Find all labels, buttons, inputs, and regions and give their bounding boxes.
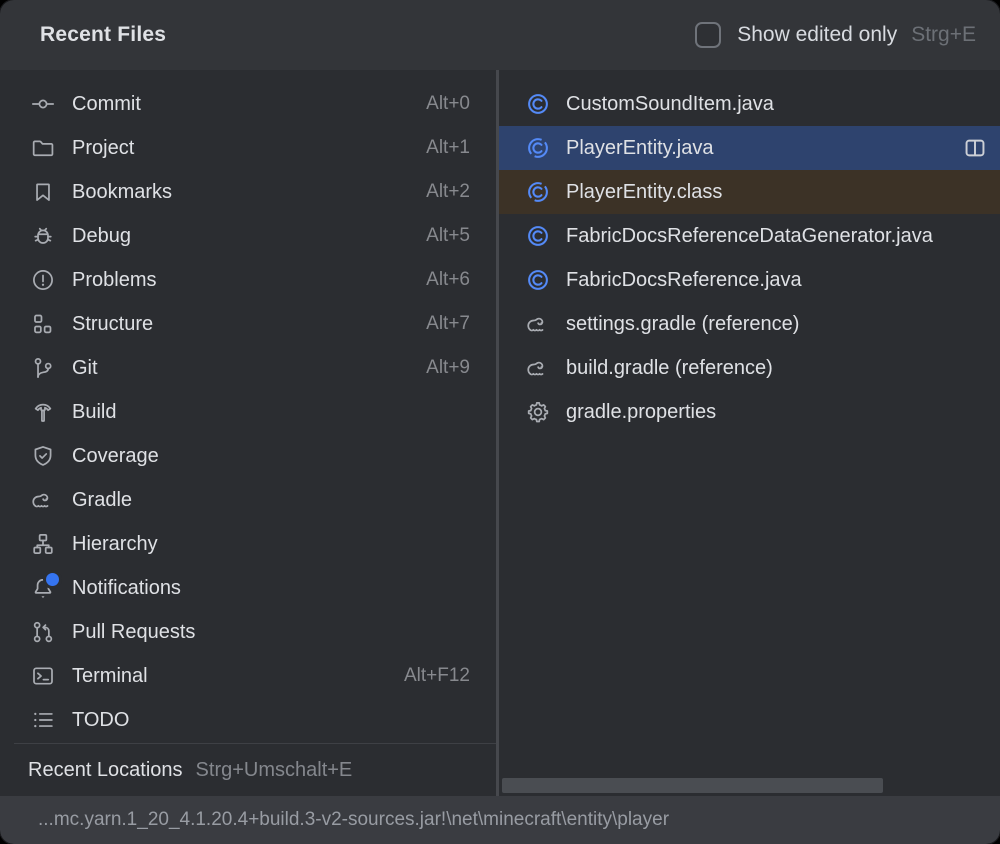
hammer-icon	[30, 399, 56, 425]
file-name: settings.gradle (reference)	[566, 313, 990, 336]
recent-locations-row[interactable]: Recent Locations Strg+Umschalt+E	[0, 744, 496, 796]
tool-window-item-git[interactable]: Git Alt+9	[0, 346, 496, 390]
file-item-playerentity-java[interactable]: PlayerEntity.java	[499, 126, 1000, 170]
show-edited-only-label[interactable]: Show edited only	[737, 23, 897, 47]
pull-request-icon	[30, 619, 56, 645]
git-branch-icon	[30, 355, 56, 381]
bug-icon	[30, 223, 56, 249]
todo-list-icon	[30, 707, 56, 733]
tool-window-item-coverage[interactable]: Coverage	[0, 434, 496, 478]
file-item-settings-gradle-reference-[interactable]: settings.gradle (reference)	[499, 302, 1000, 346]
show-edited-only-checkbox[interactable]	[695, 22, 721, 48]
file-name: PlayerEntity.class	[566, 181, 990, 204]
popup-header: Recent Files Show edited only Strg+E	[0, 0, 1000, 70]
tool-window-label: Git	[72, 357, 410, 380]
terminal-icon	[30, 663, 56, 689]
file-item-build-gradle-reference-[interactable]: build.gradle (reference)	[499, 346, 1000, 390]
tool-window-label: Structure	[72, 313, 410, 336]
java-class-icon	[525, 91, 551, 117]
tool-window-shortcut: Alt+0	[426, 93, 470, 115]
file-item-playerentity-class[interactable]: PlayerEntity.class	[499, 170, 1000, 214]
tool-window-label: Project	[72, 137, 410, 160]
popup-body: Commit Alt+0 Project Alt+1 Bookmarks Alt…	[0, 70, 1000, 796]
tool-window-item-hierarchy[interactable]: Hierarchy	[0, 522, 496, 566]
tool-window-label: Pull Requests	[72, 621, 454, 644]
problems-icon	[30, 267, 56, 293]
tool-window-label: Gradle	[72, 489, 454, 512]
tool-windows-panel: Commit Alt+0 Project Alt+1 Bookmarks Alt…	[0, 70, 496, 796]
tool-window-item-todo[interactable]: TODO	[0, 698, 496, 742]
file-name: gradle.properties	[566, 401, 990, 424]
recent-files-popup: Recent Files Show edited only Strg+E Com…	[0, 0, 1000, 844]
show-edited-only-shortcut: Strg+E	[911, 23, 976, 47]
shield-check-icon	[30, 443, 56, 469]
tool-window-label: Problems	[72, 269, 410, 292]
split-editor-icon[interactable]	[962, 135, 988, 161]
tool-window-item-problems[interactable]: Problems Alt+6	[0, 258, 496, 302]
tool-window-item-bookmarks[interactable]: Bookmarks Alt+2	[0, 170, 496, 214]
file-item-fabricdocsreference-java[interactable]: FabricDocsReference.java	[499, 258, 1000, 302]
tool-window-label: Bookmarks	[72, 181, 410, 204]
tool-window-label: Terminal	[72, 665, 388, 688]
tool-window-item-notifications[interactable]: Notifications	[0, 566, 496, 610]
file-name: FabricDocsReference.java	[566, 269, 990, 292]
tool-window-list: Commit Alt+0 Project Alt+1 Bookmarks Alt…	[0, 70, 496, 743]
tool-window-label: Notifications	[72, 577, 454, 600]
tool-window-label: Coverage	[72, 445, 454, 468]
gradle-elephant-icon	[525, 311, 551, 337]
tool-window-item-commit[interactable]: Commit Alt+0	[0, 82, 496, 126]
file-item-customsounditem-java[interactable]: CustomSoundItem.java	[499, 82, 1000, 126]
tool-window-item-debug[interactable]: Debug Alt+5	[0, 214, 496, 258]
tool-window-shortcut: Alt+9	[426, 357, 470, 379]
hierarchy-icon	[30, 531, 56, 557]
file-name: CustomSoundItem.java	[566, 93, 990, 116]
java-class-icon	[525, 267, 551, 293]
tool-window-item-build[interactable]: Build	[0, 390, 496, 434]
notification-badge	[46, 573, 59, 586]
horizontal-scrollbar-thumb[interactable]	[502, 778, 883, 793]
gear-icon	[525, 399, 551, 425]
tool-window-label: Debug	[72, 225, 410, 248]
java-class-icon	[525, 223, 551, 249]
recent-locations-label: Recent Locations	[28, 759, 183, 782]
tool-window-label: TODO	[72, 709, 454, 732]
bell-icon	[30, 575, 56, 601]
tool-window-shortcut: Alt+6	[426, 269, 470, 291]
tool-window-shortcut: Alt+7	[426, 313, 470, 335]
tool-window-shortcut: Alt+2	[426, 181, 470, 203]
status-bar: ...mc.yarn.1_20_4.1.20.4+build.3-v2-sour…	[0, 796, 1000, 844]
recent-locations-shortcut: Strg+Umschalt+E	[196, 759, 353, 782]
tool-window-label: Hierarchy	[72, 533, 454, 556]
java-class-icon	[525, 135, 551, 161]
tool-window-label: Build	[72, 401, 454, 424]
popup-title: Recent Files	[40, 23, 166, 47]
tool-window-item-project[interactable]: Project Alt+1	[0, 126, 496, 170]
structure-icon	[30, 311, 56, 337]
tool-window-shortcut: Alt+F12	[404, 665, 470, 687]
tool-window-label: Commit	[72, 93, 410, 116]
tool-window-item-pull-requests[interactable]: Pull Requests	[0, 610, 496, 654]
file-path-text: ...mc.yarn.1_20_4.1.20.4+build.3-v2-sour…	[38, 809, 669, 831]
bookmark-icon	[30, 179, 56, 205]
tool-window-shortcut: Alt+1	[426, 137, 470, 159]
file-list: CustomSoundItem.java PlayerEntity.java P…	[499, 82, 1000, 434]
commit-icon	[30, 91, 56, 117]
file-name: FabricDocsReferenceDataGenerator.java	[566, 225, 990, 248]
tool-window-item-gradle[interactable]: Gradle	[0, 478, 496, 522]
tool-window-shortcut: Alt+5	[426, 225, 470, 247]
folder-icon	[30, 135, 56, 161]
tool-window-item-structure[interactable]: Structure Alt+7	[0, 302, 496, 346]
file-item-fabricdocsreferencedatagenerator-java[interactable]: FabricDocsReferenceDataGenerator.java	[499, 214, 1000, 258]
recent-files-panel: CustomSoundItem.java PlayerEntity.java P…	[499, 70, 1000, 796]
gradle-elephant-icon	[525, 355, 551, 381]
file-item-gradle-properties[interactable]: gradle.properties	[499, 390, 1000, 434]
gradle-elephant-icon	[30, 487, 56, 513]
file-name: build.gradle (reference)	[566, 357, 990, 380]
file-name: PlayerEntity.java	[566, 137, 947, 160]
java-class-icon	[525, 179, 551, 205]
tool-window-item-terminal[interactable]: Terminal Alt+F12	[0, 654, 496, 698]
